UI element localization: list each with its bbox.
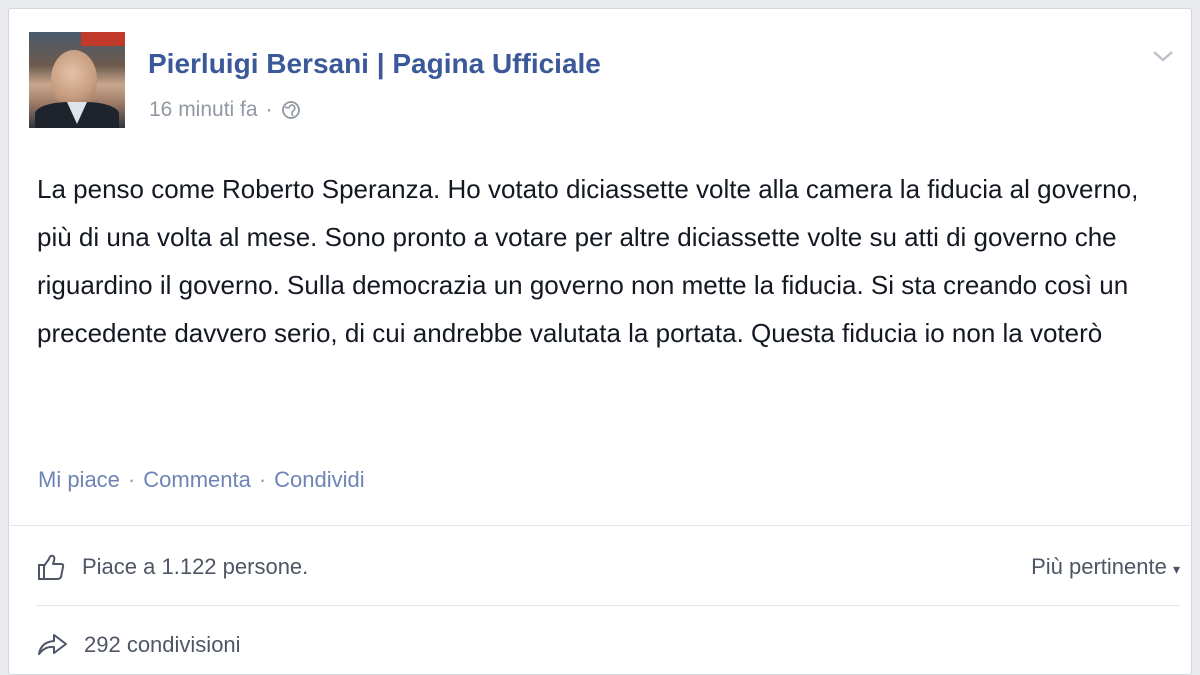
sort-dropdown[interactable]: Più pertinente ▾ [1031,554,1180,580]
post-timestamp[interactable]: 16 minuti fa [149,98,258,122]
share-button[interactable]: Condividi [274,467,365,492]
comment-button[interactable]: Commenta [143,467,251,492]
likes-count[interactable]: Piace a 1.122 persone. [82,554,308,580]
action-separator: · [127,467,136,492]
sort-label: Più pertinente [1031,554,1167,579]
shares-count[interactable]: 292 condivisioni [84,632,241,658]
likes-row: Piace a 1.122 persone. Più pertinente ▾ [36,550,1180,590]
thumbs-up-icon [38,554,65,580]
chevron-down-icon[interactable] [1150,46,1176,66]
divider [8,525,1192,526]
globe-icon[interactable] [281,100,301,120]
post-text: La penso come Roberto Speranza. Ho votat… [37,174,1139,348]
caret-down-icon: ▾ [1172,561,1180,577]
post-actions: Mi piace · Commenta · Condividi [38,467,365,493]
like-button[interactable]: Mi piace [38,467,120,492]
divider [36,605,1180,606]
meta-separator: · [265,98,273,121]
share-arrow-icon [38,634,67,655]
avatar[interactable] [29,32,125,128]
page-name-link[interactable]: Pierluigi Bersani | Pagina Ufficiale [148,48,601,80]
post-meta: 16 minuti fa · [149,98,301,122]
action-separator: · [258,467,267,492]
